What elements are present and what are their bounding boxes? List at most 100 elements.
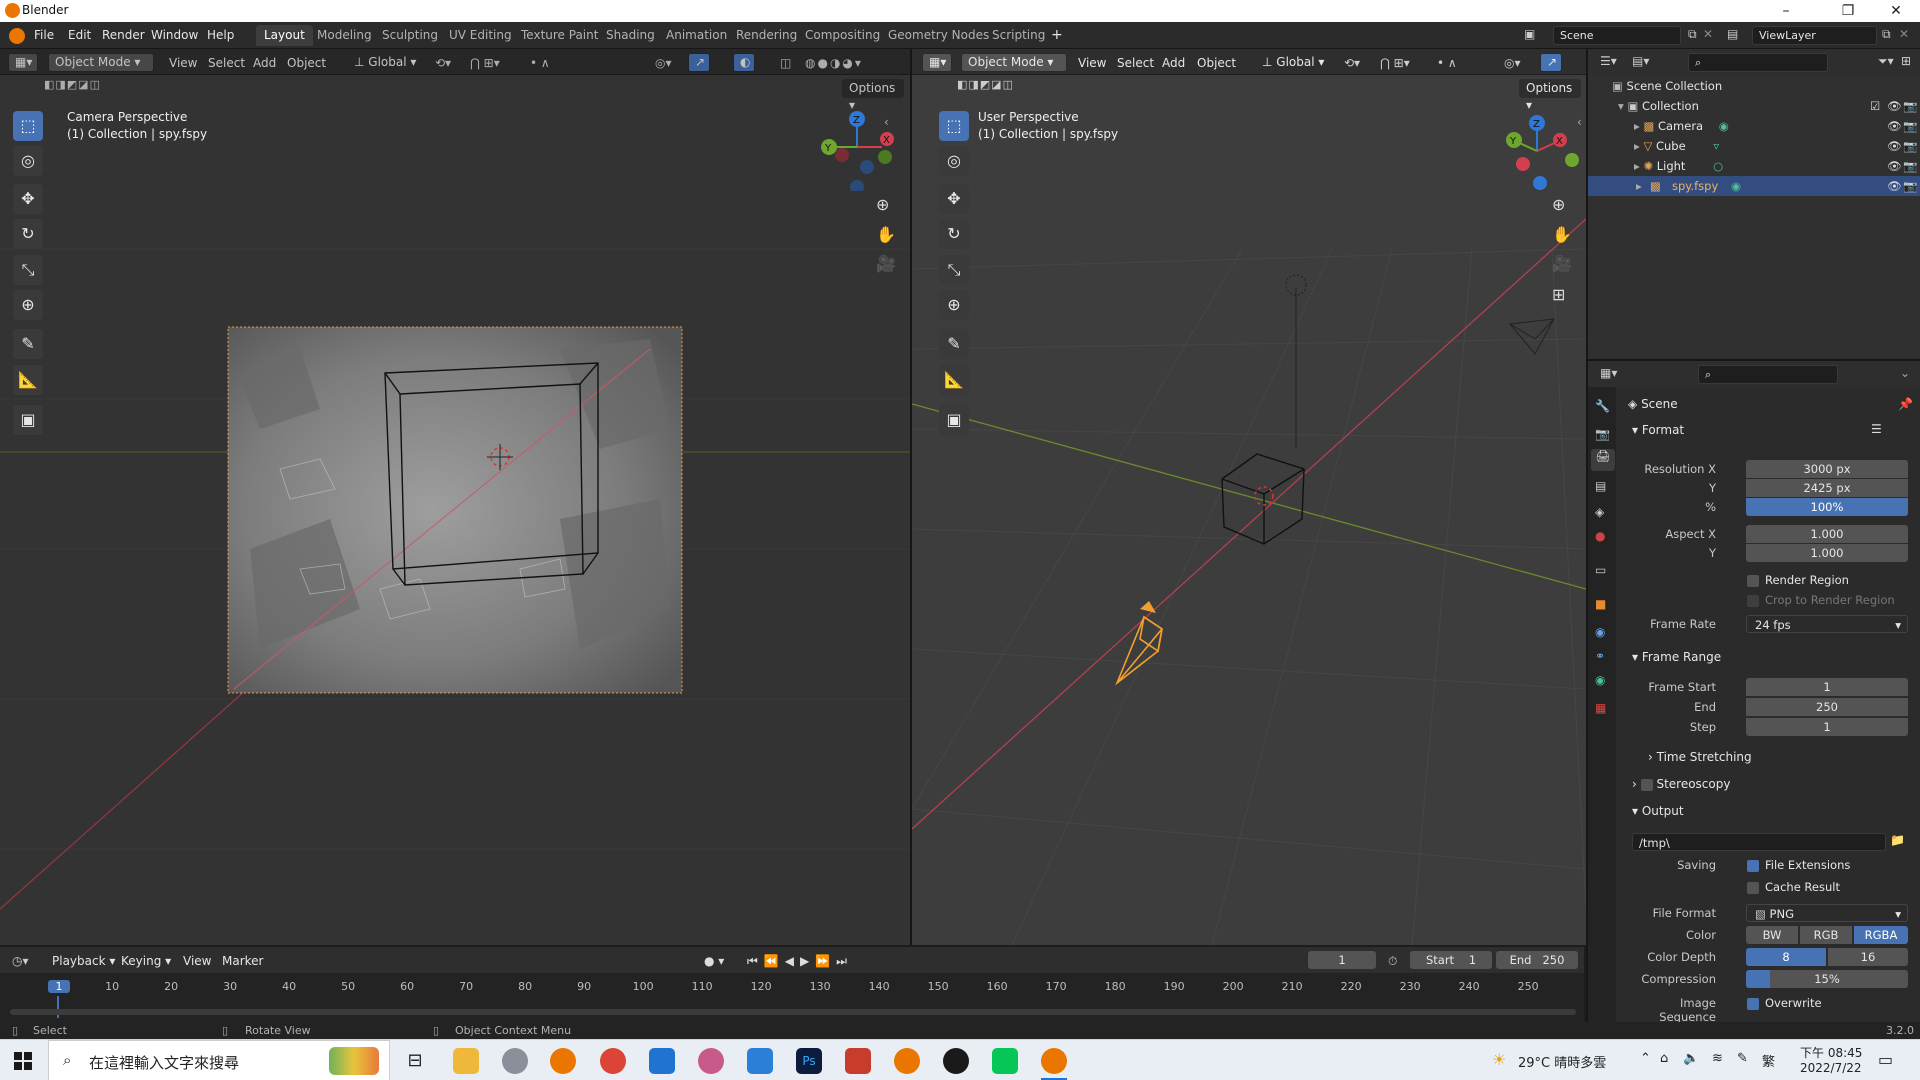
- menu-view[interactable]: View: [183, 954, 211, 968]
- app-icon[interactable]: [845, 1048, 871, 1074]
- output-path-field[interactable]: /tmp\: [1632, 833, 1886, 851]
- volume-icon[interactable]: 🔈: [1683, 1051, 1699, 1066]
- compression-slider[interactable]: 15%: [1746, 970, 1908, 988]
- zoom-icon[interactable]: ⊕: [1552, 195, 1565, 214]
- measure-tool-icon[interactable]: 📐: [13, 365, 43, 395]
- data-tab-icon[interactable]: ◉: [1595, 673, 1605, 687]
- frame-rate-dropdown[interactable]: 24 fps ▾: [1746, 615, 1908, 633]
- start-frame-field[interactable]: Start 1: [1410, 951, 1492, 969]
- texture-tab-icon[interactable]: ▦: [1595, 701, 1606, 715]
- timeline-scrollbar[interactable]: [10, 1009, 1576, 1015]
- scale-tool-icon[interactable]: ⤡: [13, 255, 43, 285]
- taskbar-search-box[interactable]: ⌕ 在這裡輸入文字來搜尋: [48, 1040, 390, 1080]
- tab-shading[interactable]: Shading: [598, 25, 663, 46]
- pin-icon[interactable]: 📌: [1898, 397, 1913, 411]
- outliner-item-spy-fspy[interactable]: ▸ ▩ spy.fspy ◉ 👁 📷: [1588, 176, 1920, 196]
- rotate-tool-icon[interactable]: ↻: [13, 219, 43, 249]
- tab-modeling[interactable]: Modeling: [309, 25, 380, 46]
- wifi-icon[interactable]: ≋: [1712, 1051, 1723, 1066]
- stereoscopy-section[interactable]: › Stereoscopy: [1632, 777, 1730, 791]
- pan-hand-icon[interactable]: ✋: [876, 225, 896, 244]
- outliner-item-camera[interactable]: ▸ ▩ Camera ◉ 👁 📷: [1634, 116, 1918, 136]
- menu-help[interactable]: Help: [207, 28, 234, 42]
- viewlayer-icon[interactable]: ▤: [1727, 27, 1738, 41]
- properties-search-field[interactable]: ⌕: [1698, 365, 1838, 384]
- color-rgba-button[interactable]: RGBA: [1854, 926, 1908, 944]
- blender-taskbar-icon[interactable]: [1041, 1048, 1067, 1074]
- eye-icon[interactable]: 👁: [1887, 156, 1902, 176]
- resolution-x-field[interactable]: 3000 px: [1746, 460, 1908, 478]
- tab-animation[interactable]: Animation: [658, 25, 735, 46]
- menu-file[interactable]: File: [34, 28, 54, 42]
- crop-region-checkbox[interactable]: [1747, 595, 1759, 607]
- scene-selector-icon[interactable]: ▣: [1524, 27, 1546, 45]
- navigation-gizmo[interactable]: Z X Y: [1497, 113, 1581, 193]
- render-icon[interactable]: 📷: [1903, 136, 1917, 156]
- rotate-tool-icon[interactable]: ↻: [939, 219, 969, 249]
- preview-range-icon[interactable]: ⏱: [1388, 954, 1397, 969]
- editor-type-icon[interactable]: ▦▾: [1600, 366, 1617, 380]
- move-tool-icon[interactable]: ✥: [13, 184, 43, 214]
- outliner-search-field[interactable]: ⌕: [1688, 53, 1828, 72]
- blender-menu-icon[interactable]: [9, 28, 25, 44]
- format-section-header[interactable]: ▾ Format: [1632, 423, 1684, 437]
- camera-view-icon[interactable]: 🎥: [1552, 254, 1572, 273]
- collection-tab-icon[interactable]: ▭: [1595, 563, 1606, 577]
- menu-edit[interactable]: Edit: [68, 28, 91, 42]
- filter-icon[interactable]: ⏷▾: [1878, 54, 1894, 69]
- aspect-y-field[interactable]: 1.000: [1746, 544, 1908, 562]
- tab-sculpting[interactable]: Sculpting: [374, 25, 446, 46]
- chrome-icon[interactable]: [600, 1048, 626, 1074]
- scene-name-field[interactable]: Scene: [1553, 26, 1681, 45]
- editor-type-icon[interactable]: ☰▾: [1600, 54, 1617, 68]
- notification-icon[interactable]: ▭: [1878, 1050, 1893, 1069]
- outliner-item-light[interactable]: ▸ ✺ Light ○ 👁 📷: [1634, 156, 1918, 176]
- file-format-dropdown[interactable]: ▧ PNG ▾: [1746, 904, 1908, 922]
- tab-texture-paint[interactable]: Texture Paint: [513, 25, 606, 46]
- clock-time[interactable]: 下午 08:45: [1800, 1044, 1862, 1061]
- frame-step-field[interactable]: 1: [1746, 718, 1908, 736]
- select-box-tool-icon[interactable]: ⬚: [13, 111, 43, 141]
- viewport-user[interactable]: ▦▾ Object Mode ▾ View Select Add Object …: [912, 49, 1586, 945]
- tab-rendering[interactable]: Rendering: [728, 25, 805, 46]
- close-button[interactable]: ✕: [1874, 0, 1918, 22]
- outliner-scene-collection[interactable]: ▣ Scene Collection: [1612, 76, 1722, 96]
- presets-icon[interactable]: ☰: [1871, 422, 1882, 436]
- folder-icon[interactable]: 📁: [1890, 833, 1905, 847]
- output-section-header[interactable]: ▾ Output: [1632, 804, 1684, 818]
- tool-tab-icon[interactable]: 🔧: [1595, 399, 1610, 413]
- app-icon[interactable]: [943, 1048, 969, 1074]
- eye-icon[interactable]: 👁: [1887, 96, 1902, 116]
- sidebar-toggle-icon[interactable]: ‹: [1577, 115, 1582, 129]
- move-tool-icon[interactable]: ✥: [939, 184, 969, 214]
- outliner-item-cube[interactable]: ▸ ▽ Cube ▿ 👁 📷: [1634, 136, 1918, 156]
- windows-start-icon[interactable]: [14, 1052, 32, 1070]
- outliner-collection-row[interactable]: ▾ ▣ Collection ☑ 👁 📷: [1618, 96, 1918, 116]
- tab-uv-editing[interactable]: UV Editing: [441, 25, 520, 46]
- render-icon[interactable]: 📷: [1903, 156, 1917, 176]
- file-extensions-checkbox[interactable]: [1747, 860, 1759, 872]
- pan-hand-icon[interactable]: ✋: [1552, 225, 1572, 244]
- network-icon[interactable]: ⌂: [1660, 1051, 1668, 1066]
- cursor-tool-icon[interactable]: ◎: [13, 146, 43, 176]
- end-frame-field[interactable]: End 250: [1496, 951, 1578, 969]
- eye-icon[interactable]: 👁: [1887, 176, 1902, 196]
- new-scene-icon[interactable]: ⧉: [1688, 27, 1697, 42]
- resolution-percent-field[interactable]: 100%: [1746, 498, 1908, 516]
- depth-8-button[interactable]: 8: [1746, 948, 1826, 966]
- aspect-x-field[interactable]: 1.000: [1746, 525, 1908, 543]
- collapse-icon[interactable]: ⌄: [1900, 366, 1910, 380]
- current-frame-field[interactable]: 1: [1308, 951, 1376, 969]
- auto-keying-icon[interactable]: ● ▾: [704, 954, 724, 968]
- task-view-icon[interactable]: ⊟: [402, 1048, 428, 1074]
- world-tab-icon[interactable]: ●: [1595, 529, 1605, 543]
- output-tab-icon[interactable]: 🖨: [1591, 449, 1615, 471]
- zoom-icon[interactable]: ⊕: [876, 195, 889, 214]
- menu-marker[interactable]: Marker: [222, 954, 263, 968]
- cursor-tool-icon[interactable]: ◎: [939, 146, 969, 176]
- render-region-checkbox[interactable]: [1747, 575, 1759, 587]
- tab-layout[interactable]: Layout: [256, 25, 313, 46]
- depth-16-button[interactable]: 16: [1828, 948, 1908, 966]
- add-cube-tool-icon[interactable]: ▣: [13, 405, 43, 435]
- scene-tab-icon[interactable]: ◈: [1595, 505, 1604, 519]
